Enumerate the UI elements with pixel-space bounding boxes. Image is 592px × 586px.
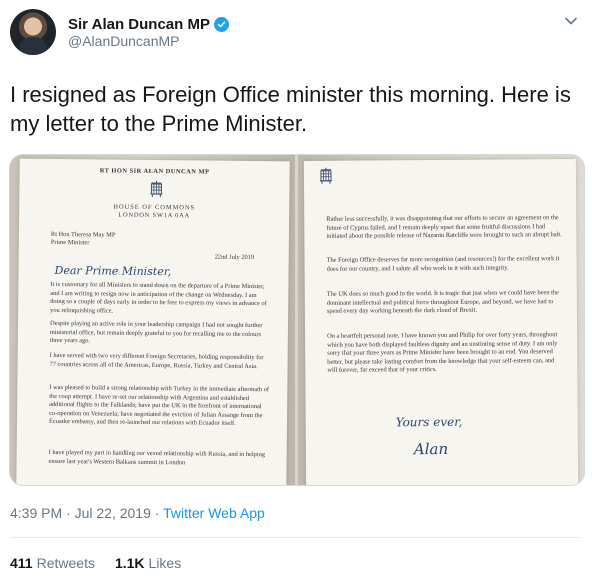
letter-signoff: Yours ever, [395,414,463,430]
likes-stat[interactable]: 1.1K Likes [115,555,181,571]
tweet-text: I resigned as Foreign Office minister th… [10,82,571,136]
letter-date: 22nd July 2019 [214,253,255,262]
letter-paragraph: Despite playing an active role in your l… [49,319,263,345]
letter-sheet-page-two: Rather less successfully, it was disappo… [303,159,579,485]
meta-separator: · [66,505,71,521]
portcullis-icon [146,180,166,200]
likes-count: 1.1K [114,555,145,571]
letter-paragraph: I have played my part in handling our ve… [48,448,266,466]
letter-paragraph: I was pleased to build a strong relation… [48,383,270,427]
display-name[interactable]: Sir Alan Duncan MP [68,16,210,33]
meta-separator: · [154,505,160,521]
letter-paragraph: I have served with two very different Fo… [49,351,264,370]
author-handle[interactable]: @AlanDuncanMP [68,33,180,49]
retweets-count: 411 [10,555,33,571]
letter-photo-page-two[interactable]: Rather less successfully, it was disappo… [298,155,584,485]
letter-address: LONDON SW1A 0AA [118,211,191,220]
retweets-label: Retweets [36,555,95,571]
tweet-source-link[interactable]: Twitter Web App [163,505,265,521]
letter-signature: Alan [413,439,449,459]
letter-paragraph: The Foreign Office deserves far more rec… [326,255,560,273]
divider [10,537,580,538]
tweet-header: Sir Alan Duncan MP @AlanDuncanMP [0,0,592,64]
retweets-stat[interactable]: 411 Retweets [10,555,95,571]
author-name-row[interactable]: Sir Alan Duncan MP [68,14,229,34]
tweet-date[interactable]: Jul 22, 2019 [75,505,151,521]
likes-label: Likes [148,555,182,571]
verified-badge-icon [213,16,229,32]
letter-sheet-page-one: RT HON SIR ALAN DUNCAN MP HOUSE OF COMMO… [16,158,290,485]
letter-photo-page-one[interactable]: RT HON SIR ALAN DUNCAN MP HOUSE OF COMMO… [10,155,295,485]
letter-salutation: Dear Prime Minister, [54,263,172,279]
letter-paragraph: On a heartfelt personal note, I have kno… [327,331,558,374]
tweet-stats: 411 Retweets 1.1K Likes [10,555,181,571]
portcullis-icon [316,167,336,187]
letter-recipient-title: Prime Minister [50,238,90,247]
profile-photo-icon[interactable] [10,9,56,55]
letter-paragraph: Rather less successfully, it was disappo… [326,214,562,240]
tweet-timestamp-row: 4:39 PM · Jul 22, 2019 · Twitter Web App [10,505,265,521]
letter-paragraph: It is customary for all Ministers to sta… [50,280,267,315]
tweet-time[interactable]: 4:39 PM [10,505,62,521]
chevron-down-icon[interactable] [564,14,578,28]
letter-heading: RT HON SIR ALAN DUNCAN MP [99,167,210,176]
tweet-media[interactable]: RT HON SIR ALAN DUNCAN MP HOUSE OF COMMO… [9,154,585,486]
letter-paragraph: The UK does so much good in the world. I… [326,289,559,315]
